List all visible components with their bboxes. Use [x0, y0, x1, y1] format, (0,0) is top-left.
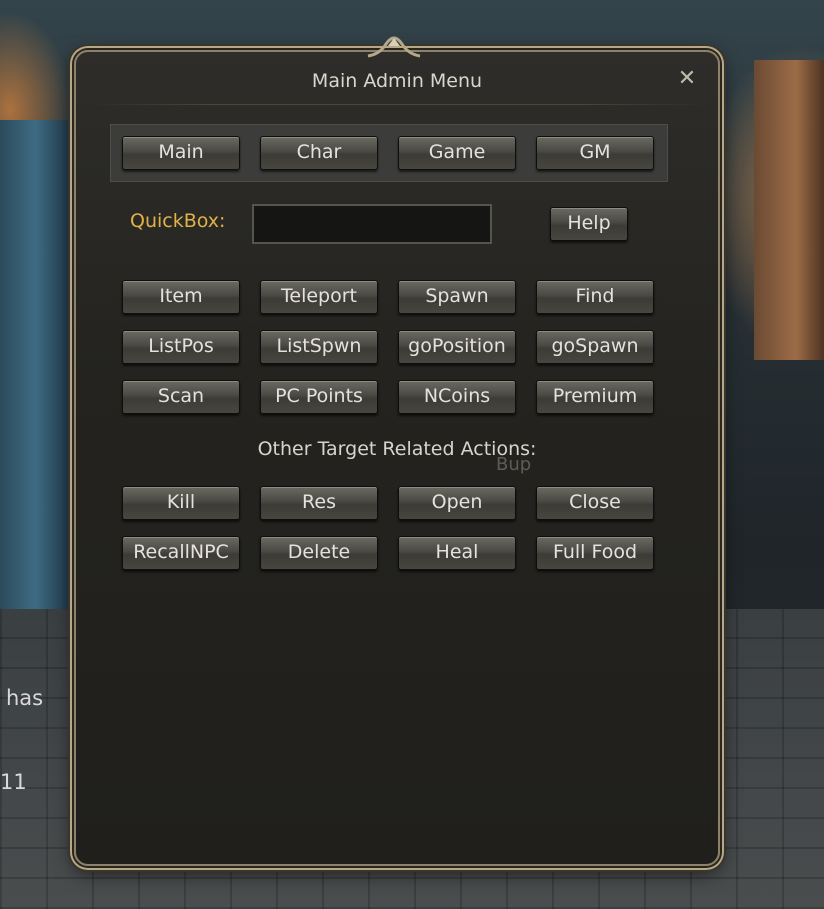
ncoins-button[interactable]: NCoins: [398, 380, 516, 414]
close-icon[interactable]: ✕: [674, 66, 700, 92]
listspwn-button[interactable]: ListSpwn: [260, 330, 378, 364]
premium-button[interactable]: Premium: [536, 380, 654, 414]
res-button[interactable]: Res: [260, 486, 378, 520]
quickbox-input[interactable]: [252, 204, 492, 244]
open-button[interactable]: Open: [398, 486, 516, 520]
tab-main[interactable]: Main: [122, 136, 240, 170]
admin-menu-window: Main Admin Menu ✕ Main Char Game GM Quic…: [74, 36, 720, 866]
heal-button[interactable]: Heal: [398, 536, 516, 570]
tab-gm[interactable]: GM: [536, 136, 654, 170]
teleport-button[interactable]: Teleport: [260, 280, 378, 314]
chat-text-fragment: 11: [0, 770, 27, 794]
goposition-button[interactable]: goPosition: [398, 330, 516, 364]
find-button[interactable]: Find: [536, 280, 654, 314]
recallnpc-button[interactable]: RecallNPC: [122, 536, 240, 570]
help-button[interactable]: Help: [550, 207, 628, 241]
frame-ornament-icon: [367, 36, 421, 58]
scan-button[interactable]: Scan: [122, 380, 240, 414]
delete-button[interactable]: Delete: [260, 536, 378, 570]
listpos-button[interactable]: ListPos: [122, 330, 240, 364]
tab-char[interactable]: Char: [260, 136, 378, 170]
background-pillar-right: [754, 60, 824, 360]
title-divider: [88, 104, 706, 105]
background-pillar-left: [0, 120, 70, 640]
overlay-text-fragment: Bup: [496, 454, 532, 475]
spawn-button[interactable]: Spawn: [398, 280, 516, 314]
quickbox-label: QuickBox:: [130, 210, 226, 232]
item-button[interactable]: Item: [122, 280, 240, 314]
full-food-button[interactable]: Full Food: [536, 536, 654, 570]
chat-text-fragment: has: [6, 686, 44, 710]
target-actions-heading: Other Target Related Actions:: [257, 438, 537, 460]
kill-button[interactable]: Kill: [122, 486, 240, 520]
pc-points-button[interactable]: PC Points: [260, 380, 378, 414]
gospawn-button[interactable]: goSpawn: [536, 330, 654, 364]
window-title: Main Admin Menu: [311, 70, 483, 92]
close-target-button[interactable]: Close: [536, 486, 654, 520]
tab-game[interactable]: Game: [398, 136, 516, 170]
